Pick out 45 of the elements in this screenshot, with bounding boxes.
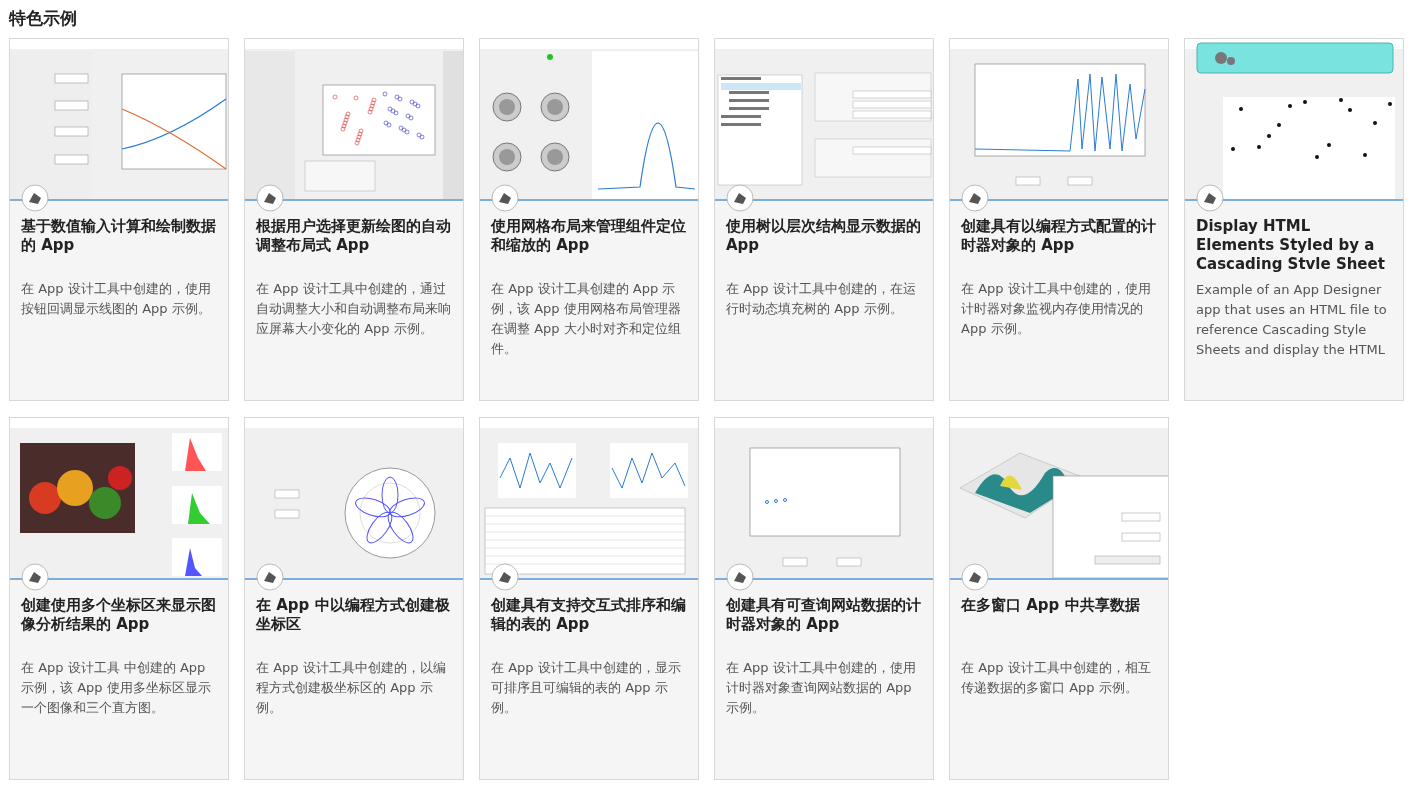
app-badge-icon: [256, 563, 284, 591]
example-card[interactable]: 创建使用多个坐标区来显示图像分析结果的 App 在 App 设计工具 中创建的 App 示例，该 App 使用多坐标区显示一个图像和三个直方图。: [9, 417, 229, 780]
card-title[interactable]: 创建具有可查询网站数据的计时器对象的 App: [726, 596, 922, 652]
example-card[interactable]: 在 App 中以编程方式创建极坐标区 在 App 设计工具中创建的，以编程方式创建极坐标区的 App 示例。: [244, 417, 464, 780]
app-badge-icon: [961, 563, 989, 591]
example-card[interactable]: 创建具有支持交互式排序和编辑的表的 App 在 App 设计工具中创建的，显示可排序且可编辑的表的 App 示例。: [479, 417, 699, 780]
card-title[interactable]: 创建使用多个坐标区来显示图像分析结果的 App: [21, 596, 217, 652]
app-badge-icon: [491, 184, 519, 212]
card-title[interactable]: 根据用户选择更新绘图的自动调整布局式 App: [256, 217, 452, 273]
card-title[interactable]: 基于数值输入计算和绘制数据的 App: [21, 217, 217, 273]
example-card[interactable]: 使用网格布局来管理组件定位和缩放的 App 在 App 设计工具创建的 App 示例，该 App 使用网格布局管理器在调整 App 大小时对齐和定位组件。: [479, 38, 699, 401]
example-card[interactable]: 使用树以层次结构显示数据的 App 在 App 设计工具中创建的，在运行时动态填充树的 App 示例。: [714, 38, 934, 401]
card-description: 在 App 设计工具创建的 App 示例，该 App 使用网格布局管理器在调整 App 大小时对齐和定位组件。: [491, 280, 682, 358]
card-title[interactable]: 创建具有以编程方式配置的计时器对象的 App: [961, 217, 1157, 273]
example-card[interactable]: 基于数值输入计算和绘制数据的 App 在 App 设计工具中创建的，使用按钮回调显示线图的 App 示例。: [9, 38, 229, 401]
app-badge-icon: [21, 563, 49, 591]
example-card[interactable]: 创建具有以编程方式配置的计时器对象的 App 在 App 设计工具中创建的，使用计时器对象监视内存使用情况的 App 示例。: [949, 38, 1169, 401]
section-heading: 特色示例: [9, 7, 78, 30]
app-badge-icon: [1196, 184, 1224, 212]
card-title[interactable]: 使用树以层次结构显示数据的 App: [726, 217, 922, 273]
card-title[interactable]: 创建具有支持交互式排序和编辑的表的 App: [491, 596, 687, 652]
card-title[interactable]: Display HTML Elements Styled by a Cascading Stvle Sheet: [1196, 217, 1392, 274]
example-card[interactable]: 根据用户选择更新绘图的自动调整布局式 App 在 App 设计工具中创建的，通过自动调整大小和自动调整布局来响应屏幕大小变化的 App 示例。: [244, 38, 464, 401]
card-title[interactable]: 在多窗口 App 中共享数据: [961, 596, 1157, 652]
app-badge-icon: [961, 184, 989, 212]
example-card[interactable]: Display HTML Elements Styled by a Cascading Stvle Sheet Example of an App Designer app that uses an HTML file to reference Cascading Style Sheets and display the HTML: [1184, 38, 1404, 401]
card-description: 在 App 设计工具中创建的，在运行时动态填充树的 App 示例。: [726, 280, 917, 318]
card-description: Example of an App Designer app that uses an HTML file to reference Cascading Style Sheets and display the HTML: [1196, 281, 1388, 359]
card-description: 在 App 设计工具中创建的，显示可排序且可编辑的表的 App 示例。: [491, 659, 682, 717]
card-description: 在 App 设计工具中创建的，使用计时器对象监视内存使用情况的 App 示例。: [961, 280, 1152, 338]
app-badge-icon: [21, 184, 49, 212]
app-badge-icon: [726, 563, 754, 591]
app-badge-icon: [726, 184, 754, 212]
card-description: 在 App 设计工具中创建的，通过自动调整大小和自动调整布局来响应屏幕大小变化的 App 示例。: [256, 280, 452, 338]
card-description: 在 App 设计工具中创建的，相互传递数据的多窗口 App 示例。: [961, 659, 1152, 697]
card-description: 在 App 设计工具中创建的，以编程方式创建极坐标区的 App 示例。: [256, 659, 447, 717]
card-description: 在 App 设计工具中创建的，使用按钮回调显示线图的 App 示例。: [21, 280, 212, 318]
example-card[interactable]: 在多窗口 App 中共享数据 在 App 设计工具中创建的，相互传递数据的多窗口 App 示例。: [949, 417, 1169, 780]
example-card[interactable]: 创建具有可查询网站数据的计时器对象的 App 在 App 设计工具中创建的，使用计时器对象查询网站数据的 App 示例。: [714, 417, 934, 780]
card-description: 在 App 设计工具中创建的，使用计时器对象查询网站数据的 App 示例。: [726, 659, 917, 717]
card-title[interactable]: 使用网格布局来管理组件定位和缩放的 App: [491, 217, 687, 273]
card-title[interactable]: 在 App 中以编程方式创建极坐标区: [256, 596, 452, 652]
app-badge-icon: [256, 184, 284, 212]
card-description: 在 App 设计工具 中创建的 App 示例，该 App 使用多坐标区显示一个图像和三个直方图。: [21, 659, 212, 717]
app-badge-icon: [491, 563, 519, 591]
